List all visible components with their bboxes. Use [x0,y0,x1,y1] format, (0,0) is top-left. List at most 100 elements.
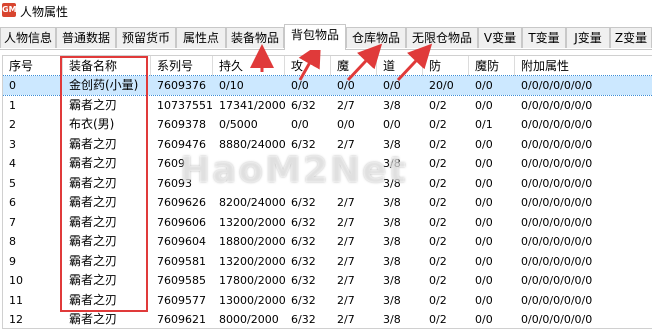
table-cell: 0/0/0/0/0/0/0 [521,313,593,326]
table-cell: 0/2 [429,196,447,209]
tab-t-variables[interactable]: T变量 [522,27,566,48]
table-cell: 12 [9,313,23,326]
table-cell: 3/8 [383,215,401,229]
table-cell: 6/32 [291,293,316,307]
tab-z-variables[interactable]: Z变量 [610,27,652,48]
tab-unlimited-warehouse[interactable]: 无限仓物品 [406,27,478,48]
tab-reserved-currency[interactable]: 预留货币 [116,27,176,48]
table-cell: 10 [9,274,23,287]
tab-v-variables[interactable]: V变量 [478,27,522,48]
tab-equipment[interactable]: 装备物品 [226,27,284,48]
table-cell: 0/0 [291,79,309,92]
table-cell: 0/2 [429,235,447,248]
tab-attribute-points[interactable]: 属性点 [176,27,226,48]
table-cell: 0/2 [429,157,447,170]
table-cell: 0/1 [475,118,493,131]
table-cell: 2/7 [337,215,355,229]
table-cell: 0/0 [475,215,493,229]
column-header[interactable]: 持久 [213,56,285,76]
table-cell: 0/2 [429,176,447,190]
table-cell: 霸者之刃 [69,312,118,326]
column-header[interactable]: 魔防 [469,56,515,76]
tab-common-data[interactable]: 普通数据 [56,27,116,48]
table-cell: 0/0 [291,118,309,131]
table-cell: 20/0 [429,79,454,92]
table-cell: 0/0/0/0/0/0/0 [521,235,593,248]
table-cell: 2 [9,118,16,131]
tab-warehouse-items[interactable]: 仓库物品 [346,27,406,48]
highlight-box [60,56,148,312]
table-cell: 0/2 [429,274,447,287]
table-cell: 0/0 [475,293,493,307]
table-cell: 0/0/0/0/0/0/0 [521,98,593,112]
column-header[interactable]: 系列号 [151,56,213,76]
table-cell: 0/0 [337,79,355,92]
table-cell: 17341/2000 [219,98,285,112]
table-cell: 0/2 [429,293,447,307]
table-cell: 17800/2000 [219,274,285,287]
table-cell: 1 [9,98,16,112]
table-cell: 0/0/0/0/0/0/0 [521,254,593,268]
table-cell: 7 [9,215,16,229]
table-cell: 0/0/0/0/0/0/0 [521,137,593,151]
table-cell: 2/7 [337,98,355,112]
table-cell: 11 [9,293,23,307]
table-cell: 0/0/0/0/0/0/0 [521,274,593,287]
tab-j-variables[interactable]: J变量 [566,27,610,48]
table-cell: 6/32 [291,274,316,287]
column-header[interactable]: 防 [423,56,469,76]
column-header[interactable]: 攻 [285,56,331,76]
table-cell: 0/2 [429,313,447,326]
table-cell: 3/8 [383,254,401,268]
table-cell: 0/0/0/0/0/0/0 [521,176,593,190]
table-cell: 7609621 [157,313,206,326]
table-cell: 6/32 [291,313,316,326]
table-cell: 0/2 [429,118,447,131]
game-icon: GM [2,3,17,17]
table-cell: 5 [9,176,16,190]
table-cell: 6/32 [291,254,316,268]
table-cell: 8000/2000 [219,313,279,326]
table-cell: 0/0/0/0/0/0/0 [521,215,593,229]
table-cell: 8200/24000 [219,196,285,209]
table-cell: 7609378 [157,118,206,131]
table-cell: 7609581 [157,254,206,268]
table-cell: 2/7 [337,274,355,287]
table-cell: 0/0 [475,274,493,287]
column-header[interactable]: 魔 [331,56,377,76]
tab-bag-items[interactable]: 背包物品 [284,24,346,50]
table-cell: 0/0 [475,313,493,326]
table-cell: 0/0 [383,79,401,92]
table-cell: 2/7 [337,293,355,307]
title-bar: GM 人物属性 [0,0,652,22]
table-cell: 0 [9,79,16,92]
table-row[interactable]: 12 霸者之刃 7609621 8000/2000 6/32 2/7 3/8 0/2 0/0 0/… [3,310,652,328]
table-cell: 0/0 [475,176,493,190]
column-header[interactable]: 序号 [3,56,63,76]
table-cell: 3 [9,137,16,151]
table-cell: 13200/2000 [219,215,285,229]
watermark: HaoM2Net [180,150,408,191]
table-cell: 6/32 [291,235,316,248]
column-header[interactable]: 道 [377,56,423,76]
table-cell: 3/8 [383,235,401,248]
table-cell: 0/0/0/0/0/0/0 [521,196,593,209]
column-header[interactable]: 附加属性 [515,56,652,76]
table-cell: 0/0 [475,157,493,170]
table-cell: 0/0 [383,118,401,131]
tab-bar: 人物信息 普通数据 预留货币 属性点 装备物品 背包物品 仓库物品 无限仓物品 … [0,24,652,50]
table-cell: 10737551 [157,98,213,112]
tab-character-info[interactable]: 人物信息 [0,27,56,48]
table-cell: 0/0 [475,98,493,112]
table-cell: 7609376 [157,79,206,92]
table-cell: 0/0/0/0/0/0/0 [521,293,593,307]
table-cell: 7609585 [157,274,206,287]
table-cell: 0/0 [337,118,355,131]
table-cell: 7609626 [157,196,206,209]
table-cell: 9 [9,254,16,268]
table-cell: 18800/2000 [219,235,285,248]
table-cell: 0/10 [219,79,244,92]
table-cell: 3/8 [383,98,401,112]
table-cell: 0/0/0/0/0/0/0 [521,157,593,170]
table-cell: 6/32 [291,196,316,209]
